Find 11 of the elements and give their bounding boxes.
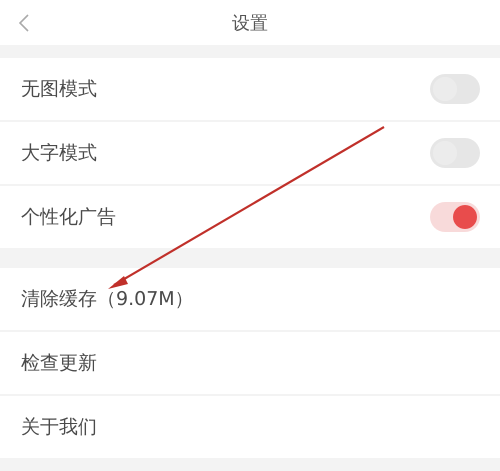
toggle-switch[interactable] bbox=[430, 74, 480, 104]
toggle-switch[interactable] bbox=[430, 202, 480, 232]
setting-label: 无图模式 bbox=[21, 77, 97, 102]
setting-label[interactable]: 检查更新 bbox=[21, 350, 97, 376]
setting-label[interactable]: 关于我们 bbox=[21, 414, 97, 440]
back-icon[interactable] bbox=[18, 13, 30, 33]
page-title: 设置 bbox=[232, 12, 268, 34]
setting-label: 个性化广告 bbox=[21, 205, 116, 230]
toggle-switch[interactable] bbox=[430, 138, 480, 168]
setting-label: 大字模式 bbox=[21, 141, 97, 166]
setting-label[interactable]: 清除缓存（9.07M） bbox=[21, 286, 194, 312]
